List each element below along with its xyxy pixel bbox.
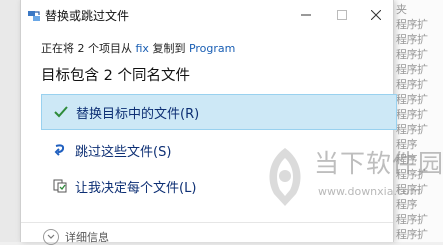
details-label: 详细信息 [65, 231, 109, 244]
conflict-heading: 目标包含 2 个同名文件 [41, 68, 190, 84]
background-file-line: 程序扩 [396, 93, 428, 106]
destination-folder-link[interactable]: Program [189, 42, 235, 55]
watermark-url: www.downxia.com [318, 185, 421, 198]
background-file-line: 程序扩 [396, 108, 428, 121]
check-icon [50, 101, 72, 123]
details-toggle[interactable]: 详细信息 [43, 229, 109, 245]
subtitle-prefix: 正在将 2 个项目从 [41, 42, 136, 55]
source-folder-link[interactable]: fix [136, 42, 149, 55]
chevron-down-icon [43, 229, 59, 245]
skip-arrow-icon [49, 139, 71, 161]
minimize-button[interactable] [289, 3, 323, 27]
background-file-line: 程序扩 [396, 48, 428, 61]
watermark: 当下软件园 www.downxia.com [262, 140, 443, 240]
background-file-line: 夹 [396, 3, 407, 16]
subtitle-middle: 复制到 [148, 42, 189, 55]
background-file-line: 程序扩 [396, 18, 428, 31]
close-button[interactable] [359, 3, 393, 27]
maximize-button[interactable] [325, 3, 359, 27]
background-window-left [0, 0, 21, 242]
close-icon [371, 10, 381, 20]
watermark-brand: 当下软件园 [314, 149, 443, 178]
watermark-logo-icon [269, 148, 301, 206]
copy-progress-text: 正在将 2 个项目从 fix 复制到 Program [41, 40, 235, 56]
background-file-line: 程序扩 [396, 78, 428, 91]
minimize-icon [301, 14, 311, 16]
dialog-title: 替换或跳过文件 [45, 9, 130, 23]
replace-files-label: 替换目标中的文件(R) [76, 106, 200, 122]
background-file-line: 程序扩 [396, 63, 428, 76]
copy-files-icon [49, 175, 71, 197]
title-bar: 替换或跳过文件 [21, 0, 393, 30]
background-file-line: 程序扩 [396, 123, 428, 136]
file-transfer-icon [27, 8, 41, 22]
replace-files-option[interactable]: 替换目标中的文件(R) [41, 94, 397, 130]
maximize-icon [337, 10, 347, 20]
decide-each-file-label: 让我决定每个文件(L) [75, 180, 197, 196]
background-file-line: 程序扩 [396, 33, 428, 46]
skip-files-label: 跳过这些文件(S) [75, 144, 172, 160]
